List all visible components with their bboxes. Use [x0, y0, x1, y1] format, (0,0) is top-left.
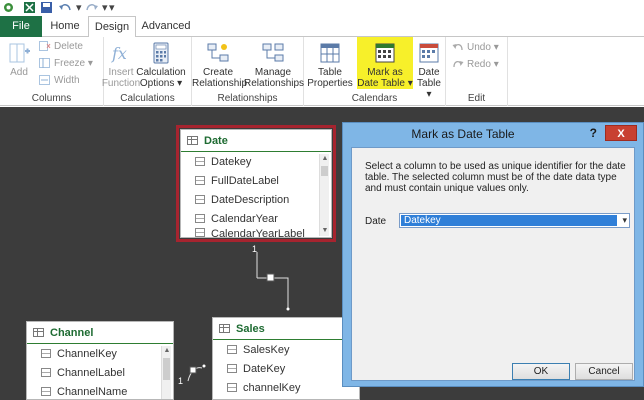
relationship-end-dot [286, 307, 290, 311]
date-column-label: Date [365, 216, 387, 227]
channel-table-name: Channel [50, 326, 94, 339]
channel-table-card[interactable]: Channel ChannelKey ChannelLabel ChannelN… [26, 321, 174, 400]
sales-table-header[interactable]: Sales [213, 318, 359, 340]
scroll-thumb[interactable] [163, 358, 170, 380]
dialog-body: Select a column to be used as unique ide… [351, 147, 635, 381]
column-row[interactable]: ChannelLabel [27, 363, 173, 382]
column-icon [41, 349, 51, 358]
cancel-button[interactable]: Cancel [575, 363, 633, 380]
dialog-title-bar[interactable]: Mark as Date Table ? X [343, 123, 643, 145]
column-icon [41, 368, 51, 377]
column-row[interactable]: DateKey [213, 359, 359, 378]
relationship-connector-2[interactable] [189, 366, 197, 374]
channel-table-scrollbar[interactable]: ▲ [161, 346, 172, 399]
sales-table-name: Sales [236, 322, 265, 335]
relationship-connector[interactable] [266, 273, 275, 282]
date-column-selected-value: Datekey [401, 215, 617, 226]
relationship-cardinality-one-date: 1 [252, 244, 258, 254]
date-column-select[interactable]: Datekey ▾ [399, 213, 630, 228]
ok-button[interactable]: OK [512, 363, 570, 380]
sales-table-card[interactable]: Sales SalesKey DateKey channelKey [212, 317, 360, 400]
column-name: ChannelLabel [57, 366, 125, 379]
chevron-down-icon[interactable]: ▾ [622, 214, 627, 227]
relationship-cardinality-one-channel: 1 [178, 376, 184, 386]
relationship-end-dot-2 [202, 364, 206, 368]
dialog-title: Mark as Date Table [411, 127, 515, 141]
table-icon [33, 328, 44, 337]
close-button[interactable]: X [605, 125, 637, 141]
column-name: ChannelKey [57, 347, 117, 360]
column-row[interactable]: channelKey [213, 378, 359, 397]
column-icon [227, 383, 237, 392]
column-name: DateKey [243, 362, 286, 375]
column-row[interactable]: ChannelName [27, 382, 173, 399]
column-row[interactable]: SalesKey [213, 340, 359, 359]
date-table-selection-highlight [176, 125, 336, 242]
column-name: ChannelName [57, 385, 128, 398]
column-icon [227, 345, 237, 354]
scroll-up-icon[interactable]: ▲ [162, 346, 172, 356]
help-icon[interactable]: ? [590, 126, 597, 140]
table-icon [219, 324, 230, 333]
column-name: SalesKey [243, 343, 290, 356]
dialog-description: Select a column to be used as unique ide… [365, 161, 626, 194]
column-name: channelKey [243, 381, 301, 394]
channel-table-header[interactable]: Channel [27, 322, 173, 344]
column-row[interactable]: ChannelKey [27, 344, 173, 363]
column-icon [41, 387, 51, 396]
mark-as-date-table-dialog: Mark as Date Table ? X Select a column t… [342, 122, 644, 387]
column-icon [227, 364, 237, 373]
